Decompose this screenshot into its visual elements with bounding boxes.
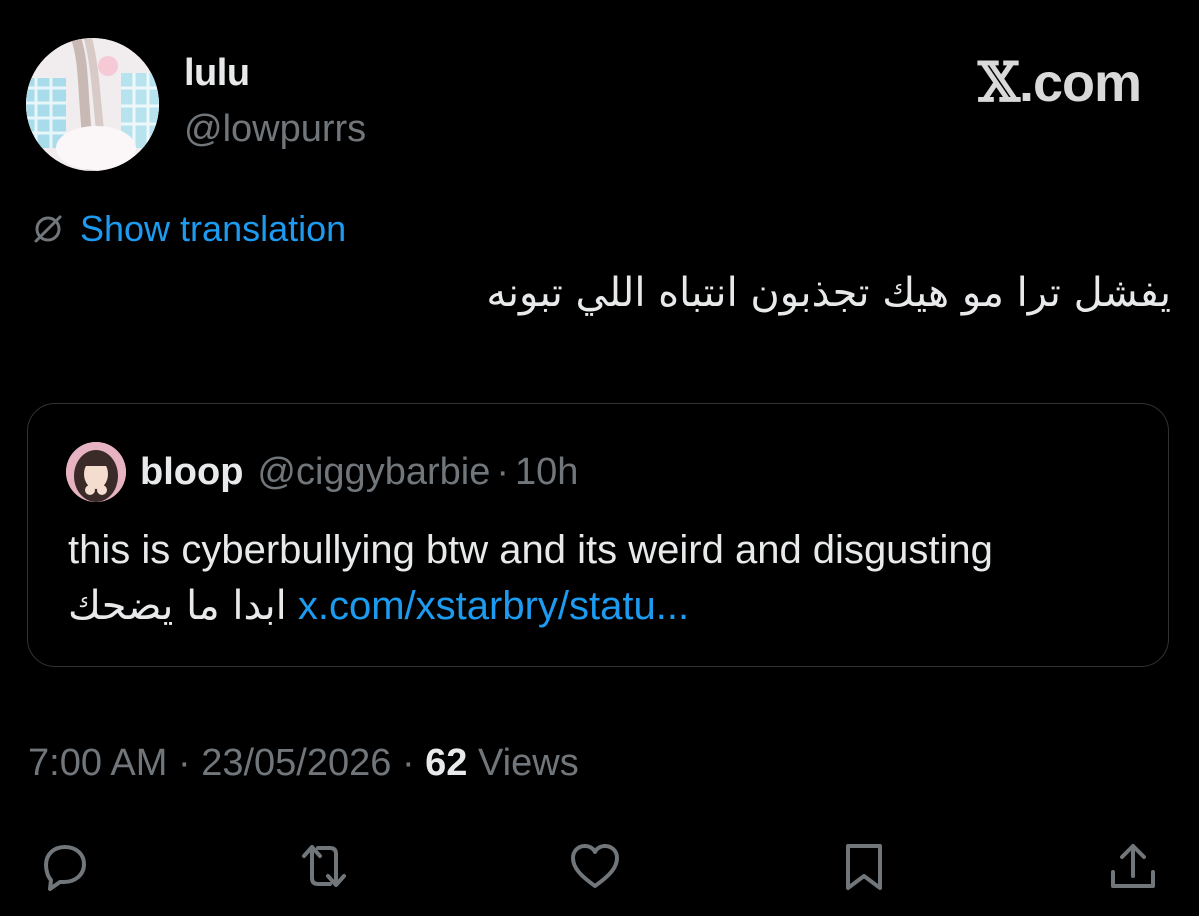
- x-com-watermark: 𝕏.com: [978, 50, 1142, 114]
- x-logo-icon: 𝕏: [978, 50, 1020, 114]
- quoted-tweet-text: this is cyberbullying btw and its weird …: [68, 528, 993, 572]
- tweet-date[interactable]: 23/05/2026: [201, 742, 391, 784]
- quoted-author-handle[interactable]: @ciggybarbie: [257, 451, 490, 494]
- quoted-tweet-body: this is cyberbullying btw and its weird …: [68, 522, 1148, 634]
- tweet-time[interactable]: 7:00 AM: [28, 742, 167, 784]
- quoted-author-avatar[interactable]: [66, 442, 126, 502]
- quoted-tweet-arabic-text: ابدا ما يضحك: [68, 583, 287, 629]
- show-translation-link[interactable]: Show translation: [80, 208, 346, 250]
- quoted-tweet-time[interactable]: 10h: [515, 451, 578, 494]
- author-display-name[interactable]: lulu: [184, 52, 250, 95]
- quoted-author-name[interactable]: bloop: [140, 451, 243, 494]
- author-handle[interactable]: @lowpurrs: [184, 108, 366, 151]
- dot-separator: ·: [496, 450, 509, 493]
- translate-row[interactable]: Show translation: [30, 208, 346, 250]
- dot-separator: ·: [401, 742, 415, 784]
- heart-icon[interactable]: [567, 838, 623, 894]
- quoted-tweet-link[interactable]: x.com/xstarbry/statu...: [298, 584, 689, 628]
- watermark-suffix: .com: [1018, 53, 1142, 113]
- share-icon[interactable]: [1105, 838, 1161, 894]
- tweet-text: يفشل ترا مو هيك تجذبون انتباه اللي تبونه: [486, 270, 1171, 316]
- views-label: Views: [478, 742, 579, 784]
- dot-separator: ·: [177, 742, 191, 784]
- bookmark-icon[interactable]: [836, 838, 892, 894]
- quoted-tweet-header: bloop @ciggybarbie · 10h: [66, 442, 578, 502]
- quoted-tweet-card[interactable]: bloop @ciggybarbie · 10h this is cyberbu…: [27, 403, 1169, 667]
- views-count: 62: [425, 742, 468, 784]
- globe-slash-icon: [30, 211, 66, 247]
- author-avatar[interactable]: [26, 38, 159, 171]
- reply-icon[interactable]: [36, 838, 92, 894]
- tweet-meta: 7:00 AM · 23/05/2026 · 62 Views: [28, 742, 579, 785]
- quoted-tweet-line2: ابدا ما يضحك x.com/xstarbry/statu...: [68, 578, 1148, 634]
- retweet-icon[interactable]: [296, 838, 352, 894]
